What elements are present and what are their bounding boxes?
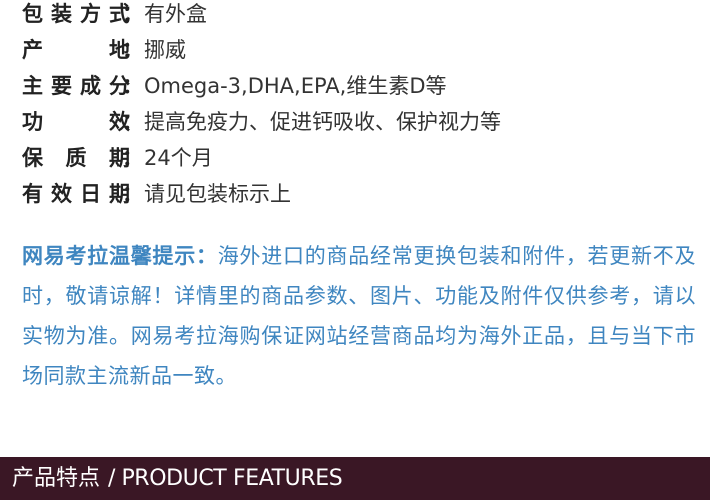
spec-label: 主 要 成 分 <box>22 74 130 98</box>
spec-label: 保 质 期 <box>22 146 130 170</box>
section-heading-separator: / <box>108 466 116 491</box>
spec-colon: ： <box>122 38 143 62</box>
spec-colon: ： <box>122 74 143 98</box>
spec-value: Omega-3,DHA,EPA,维生素D等 <box>144 74 447 98</box>
spec-value: 挪威 <box>144 38 186 62</box>
spec-label: 有 效 日 期 <box>22 182 130 206</box>
spec-colon: ： <box>122 146 143 170</box>
spec-value: 24个月 <box>144 146 213 170</box>
spec-label: 功 效 <box>22 110 130 134</box>
spec-value: 有外盒 <box>144 2 207 26</box>
section-heading: 产品特点 / PRODUCT FEATURES <box>12 457 343 500</box>
spec-colon: ： <box>122 110 143 134</box>
spec-value: 提高免疫力、促进钙吸收、保护视力等 <box>144 110 501 134</box>
spec-value: 请见包装标示上 <box>144 182 291 206</box>
section-heading-cn: 产品特点 <box>12 466 101 491</box>
section-heading-en: PRODUCT FEATURES <box>121 466 343 491</box>
notice-paragraph: 网易考拉温馨提示：海外进口的商品经常更换包装和附件，若更新不及时，敬请谅解！详情… <box>22 236 696 396</box>
spec-label: 包 装 方 式 <box>22 2 130 26</box>
spec-colon: ： <box>122 182 143 206</box>
notice-title: 网易考拉温馨提示： <box>22 244 218 268</box>
spec-label: 产 地 <box>22 38 130 62</box>
spec-colon: ： <box>122 2 143 26</box>
section-banner: 产品特点 / PRODUCT FEATURES <box>0 457 710 500</box>
